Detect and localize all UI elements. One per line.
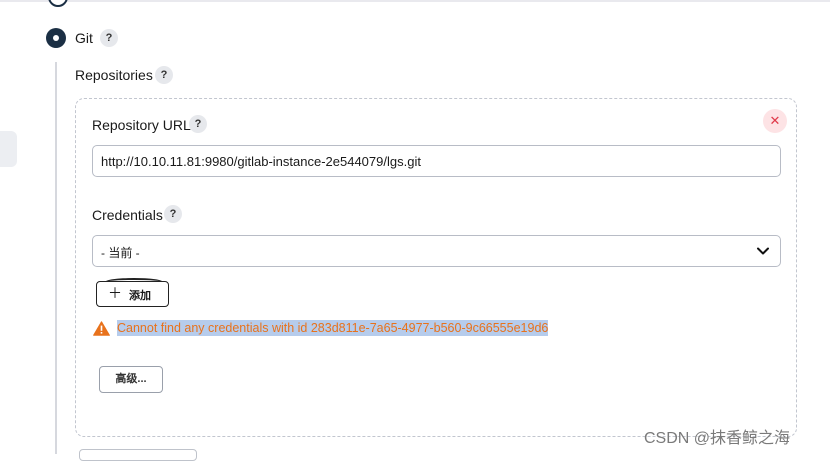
git-help-icon[interactable]: ?: [100, 29, 118, 47]
top-divider: [0, 0, 830, 2]
close-icon[interactable]: ✕: [763, 109, 787, 133]
git-radio[interactable]: [46, 28, 66, 48]
credentials-warning-message: Cannot find any credentials with id 283d…: [117, 320, 549, 336]
add-repository-button-partial[interactable]: [79, 449, 197, 461]
side-panel-tab[interactable]: [0, 131, 17, 167]
warning-triangle-icon: [93, 321, 110, 336]
credentials-help-icon[interactable]: ?: [164, 205, 182, 223]
credentials-label: Credentials: [92, 207, 163, 223]
repositories-help-icon[interactable]: ?: [155, 66, 173, 84]
repository-url-input[interactable]: [92, 145, 781, 177]
plus-icon: ＋: [108, 285, 122, 301]
repository-url-label: Repository URL: [92, 117, 191, 133]
repository-url-help-icon[interactable]: ?: [189, 115, 207, 133]
watermark-text: CSDN @抹香鲸之海: [644, 430, 791, 447]
advanced-button[interactable]: 高级...: [99, 366, 163, 393]
git-label: Git: [75, 30, 93, 46]
credentials-selected-value: - 当前 -: [101, 246, 140, 260]
repositories-label: Repositories: [75, 67, 153, 83]
add-credentials-label: 添加: [129, 290, 151, 302]
previous-scm-radio[interactable]: [48, 0, 68, 7]
chevron-down-icon: [757, 247, 769, 255]
add-credentials-button[interactable]: ＋ 添加: [96, 278, 169, 307]
section-guide-line: [55, 62, 57, 454]
credentials-select[interactable]: - 当前 -: [92, 235, 781, 267]
